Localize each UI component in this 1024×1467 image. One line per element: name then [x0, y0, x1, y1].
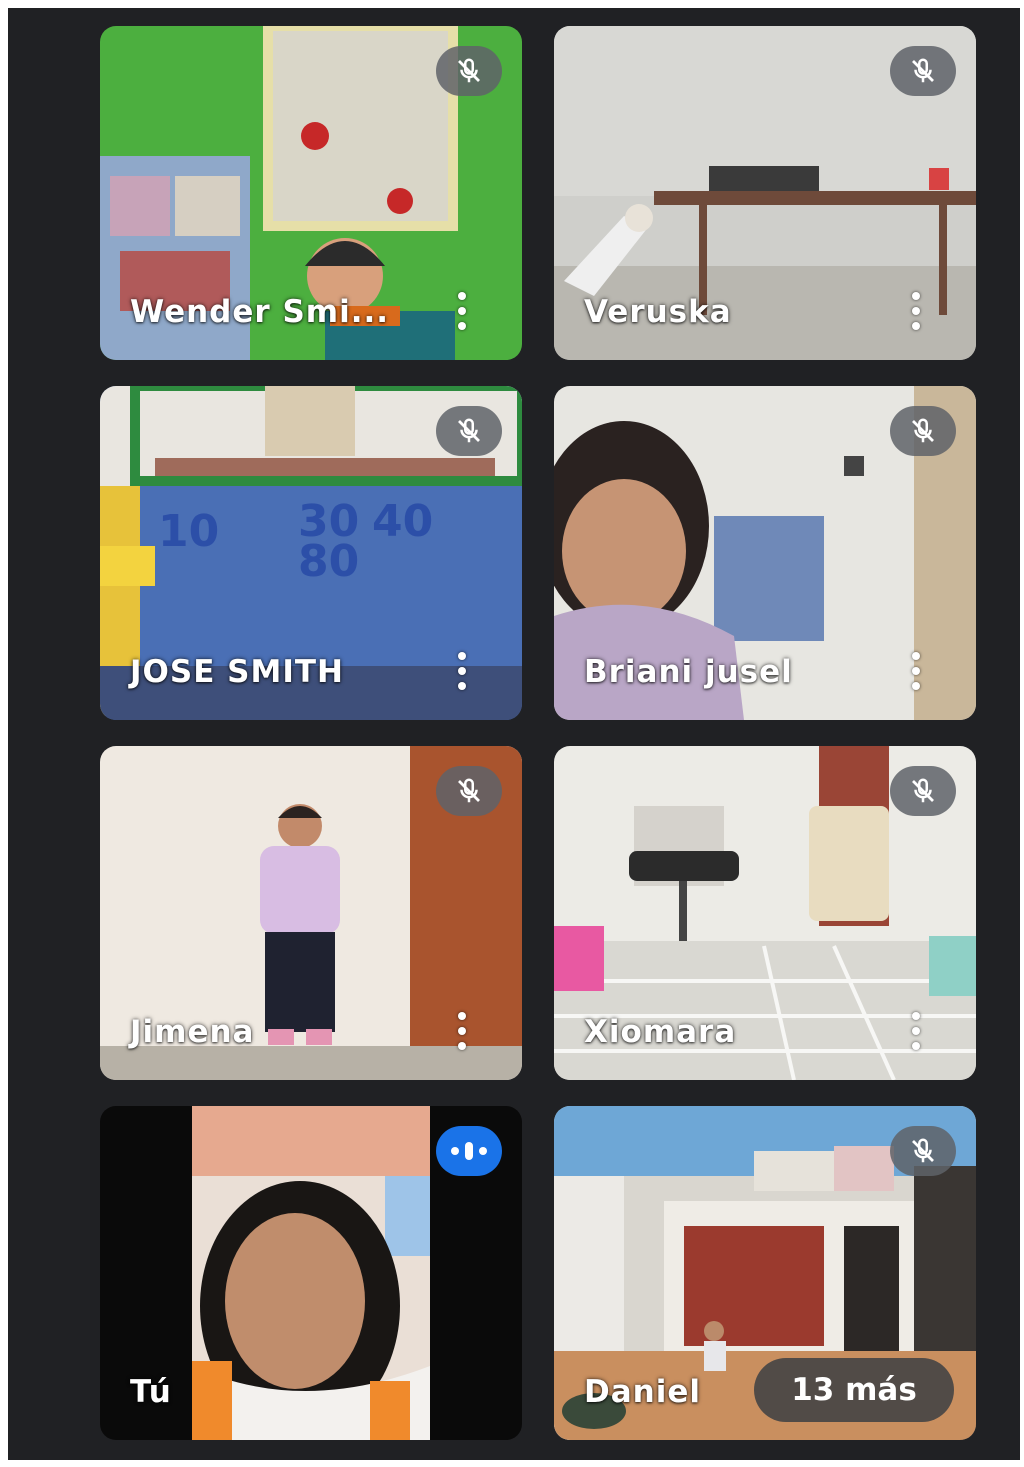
more-options-button[interactable]: [450, 652, 474, 690]
more-options-button[interactable]: [904, 292, 928, 330]
mic-off-icon: [458, 778, 480, 803]
participant-name: Wender Smi...: [130, 294, 390, 330]
mic-off-icon: [912, 1138, 934, 1163]
participant-name: Daniel: [584, 1374, 701, 1410]
mic-off-badge: [436, 766, 502, 816]
mic-off-icon: [458, 418, 480, 443]
participant-tile-jimena[interactable]: Jimena: [100, 746, 522, 1080]
participant-tile-xiomara[interactable]: Xiomara: [554, 746, 976, 1080]
mic-off-badge: [436, 406, 502, 456]
participant-name: Xiomara: [584, 1014, 737, 1050]
more-options-button[interactable]: [904, 652, 928, 690]
audio-level-icon: [451, 1147, 459, 1155]
audio-level-badge: [436, 1126, 502, 1176]
mic-off-badge: [890, 766, 956, 816]
participant-name: Jimena: [130, 1014, 255, 1050]
participant-tile-daniel[interactable]: Daniel 13 más: [554, 1106, 976, 1440]
mic-off-icon: [912, 58, 934, 83]
mic-off-icon: [912, 778, 934, 803]
meeting-grid: Wender Smi... Veruska 10 30 40 80 JOSE S…: [8, 8, 1020, 1460]
self-view-tile[interactable]: Tú: [100, 1106, 522, 1440]
svg-text:40: 40: [372, 496, 433, 547]
more-options-button[interactable]: [450, 1012, 474, 1050]
more-options-button[interactable]: [450, 292, 474, 330]
svg-text:10: 10: [158, 506, 219, 557]
participant-tile-veruska[interactable]: Veruska: [554, 26, 976, 360]
participant-name: Veruska: [584, 294, 732, 330]
mic-off-icon: [912, 418, 934, 443]
mic-off-badge: [890, 406, 956, 456]
more-participants-button[interactable]: 13 más: [754, 1358, 954, 1422]
participant-name: Tú: [130, 1374, 172, 1410]
participant-tile-wender[interactable]: Wender Smi...: [100, 26, 522, 360]
mic-off-badge: [436, 46, 502, 96]
participant-name: JOSE SMITH: [130, 654, 344, 690]
more-options-button[interactable]: [904, 1012, 928, 1050]
participant-tile-jose-smith[interactable]: 10 30 40 80 JOSE SMITH: [100, 386, 522, 720]
svg-text:80: 80: [298, 536, 359, 587]
participant-name: Briani jusel: [584, 654, 793, 690]
mic-off-icon: [458, 58, 480, 83]
mic-off-badge: [890, 1126, 956, 1176]
mic-off-badge: [890, 46, 956, 96]
participant-tile-briani[interactable]: Briani jusel: [554, 386, 976, 720]
